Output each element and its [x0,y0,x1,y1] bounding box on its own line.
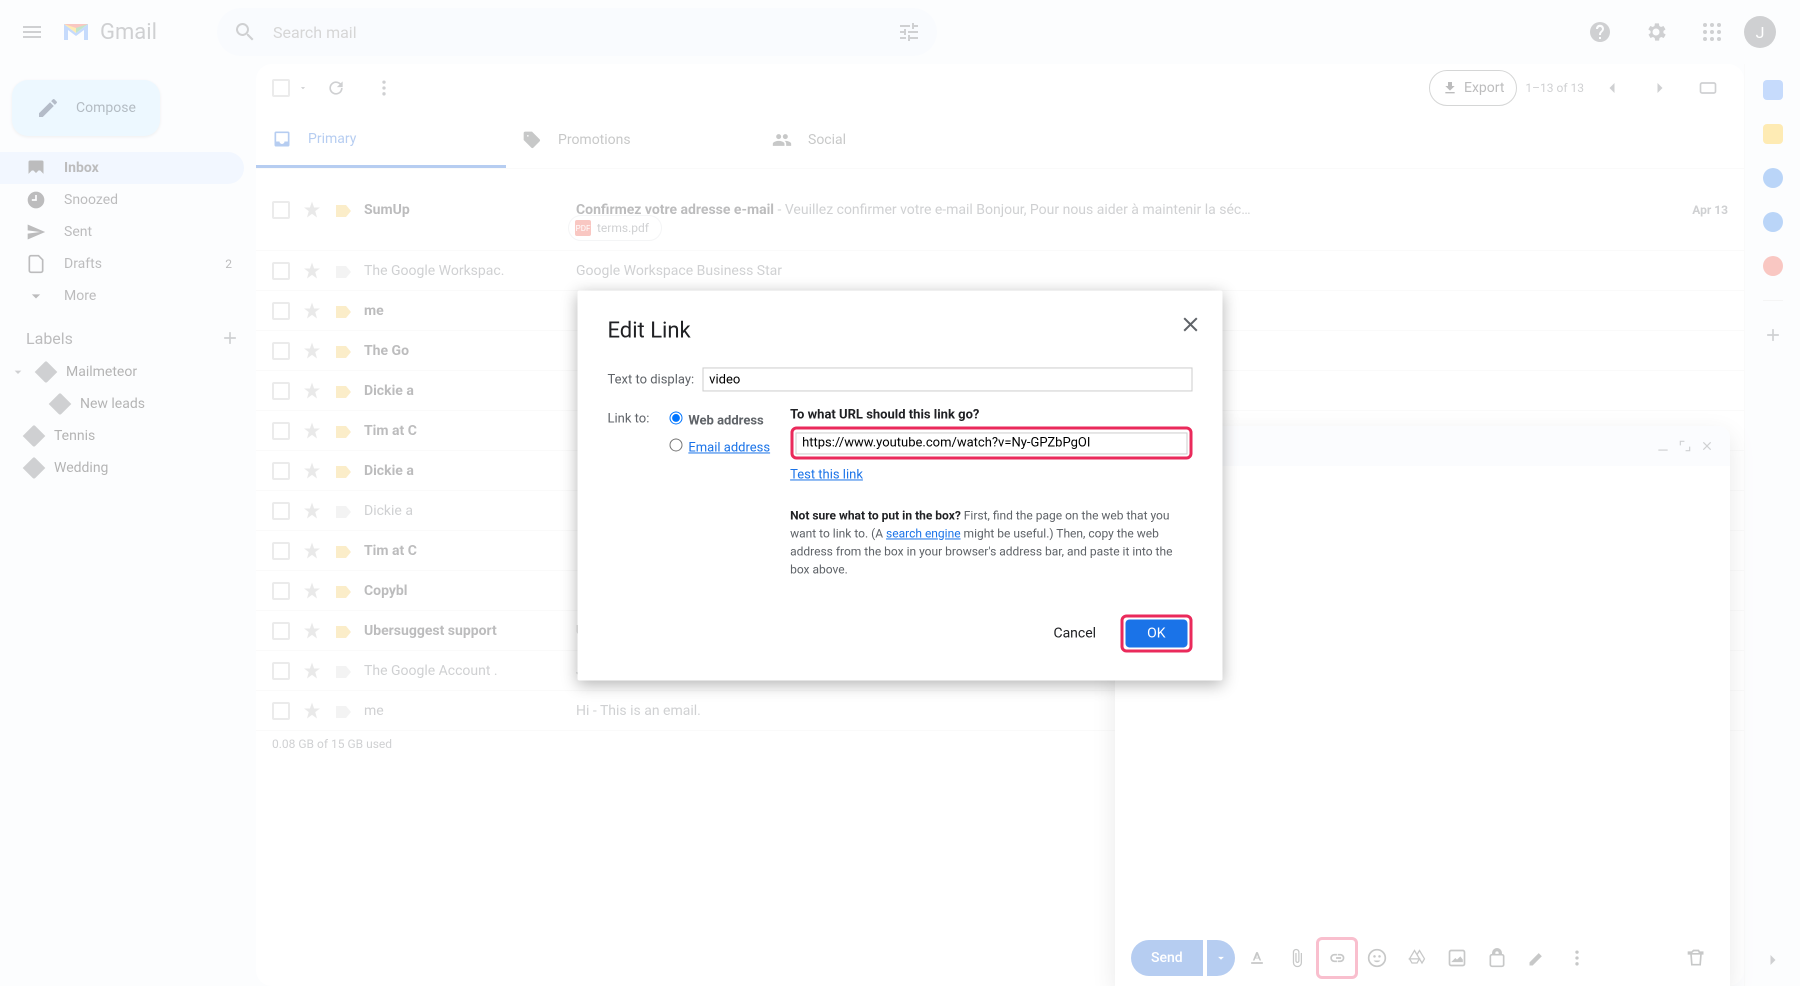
url-input-highlight [790,426,1192,459]
search-engine-link[interactable]: search engine [886,526,961,540]
dialog-title: Edit Link [608,318,1193,343]
text-to-display-input[interactable] [702,367,1192,391]
link-to-label: Link to: [608,407,650,578]
text-to-display-label: Text to display: [608,372,695,387]
close-icon [1179,312,1203,336]
test-link[interactable]: Test this link [790,467,863,482]
edit-link-dialog: Edit Link Text to display: Link to: Web … [578,290,1223,680]
ok-button-highlight: OK [1120,614,1192,652]
cancel-button[interactable]: Cancel [1037,617,1112,649]
dialog-close-button[interactable] [1179,312,1203,336]
ok-button[interactable]: OK [1125,619,1187,647]
web-address-radio[interactable]: Web address [669,411,770,428]
help-text: Not sure what to put in the box? First, … [790,506,1192,578]
url-question-label: To what URL should this link go? [790,407,1192,422]
email-address-radio[interactable]: Email address [669,438,770,455]
url-input[interactable] [795,432,1187,454]
